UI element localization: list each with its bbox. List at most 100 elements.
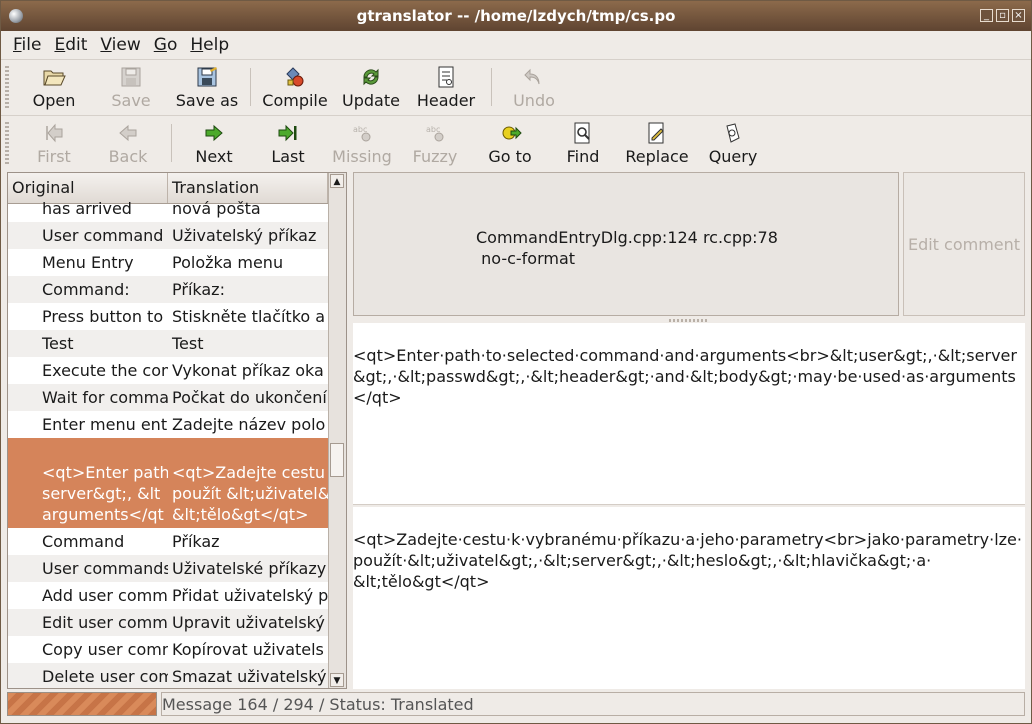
table-scrollbar[interactable]: ▲ ▼ bbox=[328, 173, 346, 688]
table-row[interactable]: Command Příkaz bbox=[8, 528, 328, 555]
message-table[interactable]: Original Translation has arrived nová poš… bbox=[7, 172, 347, 689]
missing-disabled-icon: abc bbox=[353, 125, 371, 142]
original-text-pane: <qt>Enter·path·to·selected·command·and·a… bbox=[353, 323, 1025, 505]
row-translation: Příkaz bbox=[172, 532, 220, 551]
first-button[interactable]: First bbox=[25, 120, 83, 168]
last-button[interactable]: Last bbox=[263, 120, 313, 168]
table-row[interactable]: Test Test bbox=[8, 330, 328, 357]
scroll-down-arrow-icon[interactable]: ▼ bbox=[330, 673, 344, 687]
menu-file[interactable]: File bbox=[13, 35, 41, 55]
table-row[interactable]: User commands Uživatelské příkazy bbox=[8, 555, 328, 582]
query-button[interactable]: Query bbox=[705, 120, 761, 168]
comment-text: CommandEntryDlg.cpp:124 rc.cpp:78 no-c-f… bbox=[476, 228, 778, 268]
undo-label: Undo bbox=[513, 91, 555, 110]
menu-edit[interactable]: Edit bbox=[54, 35, 87, 55]
row-original: Delete user command bbox=[42, 667, 168, 686]
table-row[interactable]: Command: Příkaz: bbox=[8, 276, 328, 303]
table-row[interactable]: User command Uživatelský příkaz bbox=[8, 222, 328, 249]
table-row[interactable]: Menu Entry Položka menu bbox=[8, 249, 328, 276]
row-original: Command bbox=[42, 532, 125, 551]
update-button[interactable]: Update bbox=[339, 64, 403, 112]
back-button[interactable]: Back bbox=[101, 120, 155, 168]
fuzzy-button[interactable]: abc Fuzzy bbox=[407, 120, 463, 168]
header-button[interactable]: Header bbox=[413, 64, 479, 112]
status-bar: Message 164 / 294 / Status: Translated bbox=[1, 691, 1031, 719]
find-label: Find bbox=[566, 147, 600, 166]
table-row[interactable]: <qt>Enter path server&gt;, &lt arguments… bbox=[8, 438, 328, 528]
row-translation: Test bbox=[172, 334, 204, 353]
table-row[interactable]: Edit user commandUpravit uživatelský bbox=[8, 609, 328, 636]
save-as-button[interactable]: Save as bbox=[171, 64, 243, 112]
compile-button[interactable]: Compile bbox=[259, 64, 331, 112]
row-translation: Položka menu bbox=[172, 253, 284, 272]
translation-text[interactable]: <qt>Zadejte·cestu·k·vybranému·příkazu·a·… bbox=[353, 529, 1022, 592]
table-row[interactable]: has arrived nová pošta bbox=[8, 195, 328, 222]
go-next-icon bbox=[205, 124, 223, 142]
close-button[interactable]: × bbox=[1012, 9, 1025, 22]
row-original: User command bbox=[42, 226, 164, 245]
next-button[interactable]: Next bbox=[187, 120, 241, 168]
row-original: Enter menu entry bbox=[42, 415, 168, 434]
status-text: Message 164 / 294 / Status: Translated bbox=[161, 692, 1025, 716]
row-translation: Kopírovat uživatels bbox=[172, 640, 324, 659]
table-row[interactable]: Copy user commandKopírovat uživatels bbox=[8, 636, 328, 663]
table-row[interactable]: Press button to Stiskněte tlačítko a bbox=[8, 303, 328, 330]
row-translation: Zadejte název polo bbox=[172, 415, 326, 434]
table-row[interactable]: Delete user commandSmazat uživatelský bbox=[8, 663, 328, 688]
next-label: Next bbox=[195, 147, 233, 166]
document-header-icon bbox=[438, 66, 454, 88]
missing-label: Missing bbox=[332, 147, 392, 166]
toolbar-grip[interactable] bbox=[5, 66, 9, 110]
header-label: Header bbox=[416, 91, 476, 110]
replace-icon bbox=[648, 122, 664, 144]
table-row[interactable]: Execute the commandVykonat příkaz oka bbox=[8, 357, 328, 384]
menu-go[interactable]: Go bbox=[154, 35, 178, 55]
edit-comment-button[interactable]: Edit comment bbox=[903, 172, 1025, 316]
window-title: gtranslator -- /home/lzdych/tmp/cs.po bbox=[356, 7, 676, 25]
table-row[interactable]: Wait for commandPočkat do ukončení bbox=[8, 384, 328, 411]
translation-editor[interactable]: <qt>Zadejte·cestu·k·vybranému·příkazu·a·… bbox=[353, 507, 1025, 689]
table-row[interactable]: Enter menu entryZadejte název polo bbox=[8, 411, 328, 438]
floppy-disabled-icon bbox=[121, 67, 141, 87]
row-original: Command: bbox=[42, 280, 130, 299]
fuzzy-label: Fuzzy bbox=[412, 147, 458, 166]
update-label: Update bbox=[342, 91, 400, 110]
missing-button[interactable]: abc Missing bbox=[327, 120, 397, 168]
row-translation: nová pošta bbox=[172, 199, 261, 218]
undo-disabled-icon bbox=[524, 68, 540, 85]
toolbar-separator bbox=[491, 68, 492, 106]
open-label: Open bbox=[32, 91, 76, 110]
find-icon bbox=[574, 122, 590, 144]
undo-button[interactable]: Undo bbox=[507, 64, 561, 112]
scroll-thumb[interactable] bbox=[330, 443, 344, 477]
row-translation: Přidat uživatelský p bbox=[172, 586, 328, 605]
minimize-button[interactable]: _ bbox=[980, 9, 993, 22]
open-button[interactable]: Open bbox=[23, 64, 85, 112]
row-original: has arrived bbox=[42, 199, 132, 218]
pane-splitter[interactable] bbox=[669, 319, 709, 322]
title-bar: gtranslator -- /home/lzdych/tmp/cs.po _ … bbox=[1, 1, 1031, 31]
table-row[interactable]: Add user commandPřidat uživatelský p bbox=[8, 582, 328, 609]
maximize-button[interactable]: ▫ bbox=[996, 9, 1009, 22]
compile-label: Compile bbox=[262, 91, 328, 110]
menu-view[interactable]: View bbox=[100, 35, 140, 55]
first-label: First bbox=[37, 147, 71, 166]
menu-help[interactable]: Help bbox=[190, 35, 229, 55]
fuzzy-disabled-icon: abc bbox=[426, 125, 444, 142]
save-button[interactable]: Save bbox=[101, 64, 161, 112]
replace-button[interactable]: Replace bbox=[621, 120, 693, 168]
find-button[interactable]: Find bbox=[559, 120, 607, 168]
row-original: Test bbox=[42, 334, 74, 353]
goto-icon bbox=[502, 126, 522, 140]
menu-bar: File Edit View Go Help bbox=[1, 31, 1031, 59]
goto-button[interactable]: Go to bbox=[481, 120, 539, 168]
save-as-label: Save as bbox=[175, 91, 239, 110]
scroll-up-arrow-icon[interactable]: ▲ bbox=[330, 174, 344, 188]
back-label: Back bbox=[108, 147, 148, 166]
row-original: Copy user command bbox=[42, 640, 168, 659]
compile-icon bbox=[286, 67, 304, 87]
row-translation: Příkaz: bbox=[172, 280, 225, 299]
row-translation: <qt>Zadejte cestu použít &lt;uživatel& &… bbox=[172, 463, 328, 524]
row-translation: Uživatelské příkazy bbox=[172, 559, 327, 578]
toolbar-grip[interactable] bbox=[5, 122, 9, 166]
